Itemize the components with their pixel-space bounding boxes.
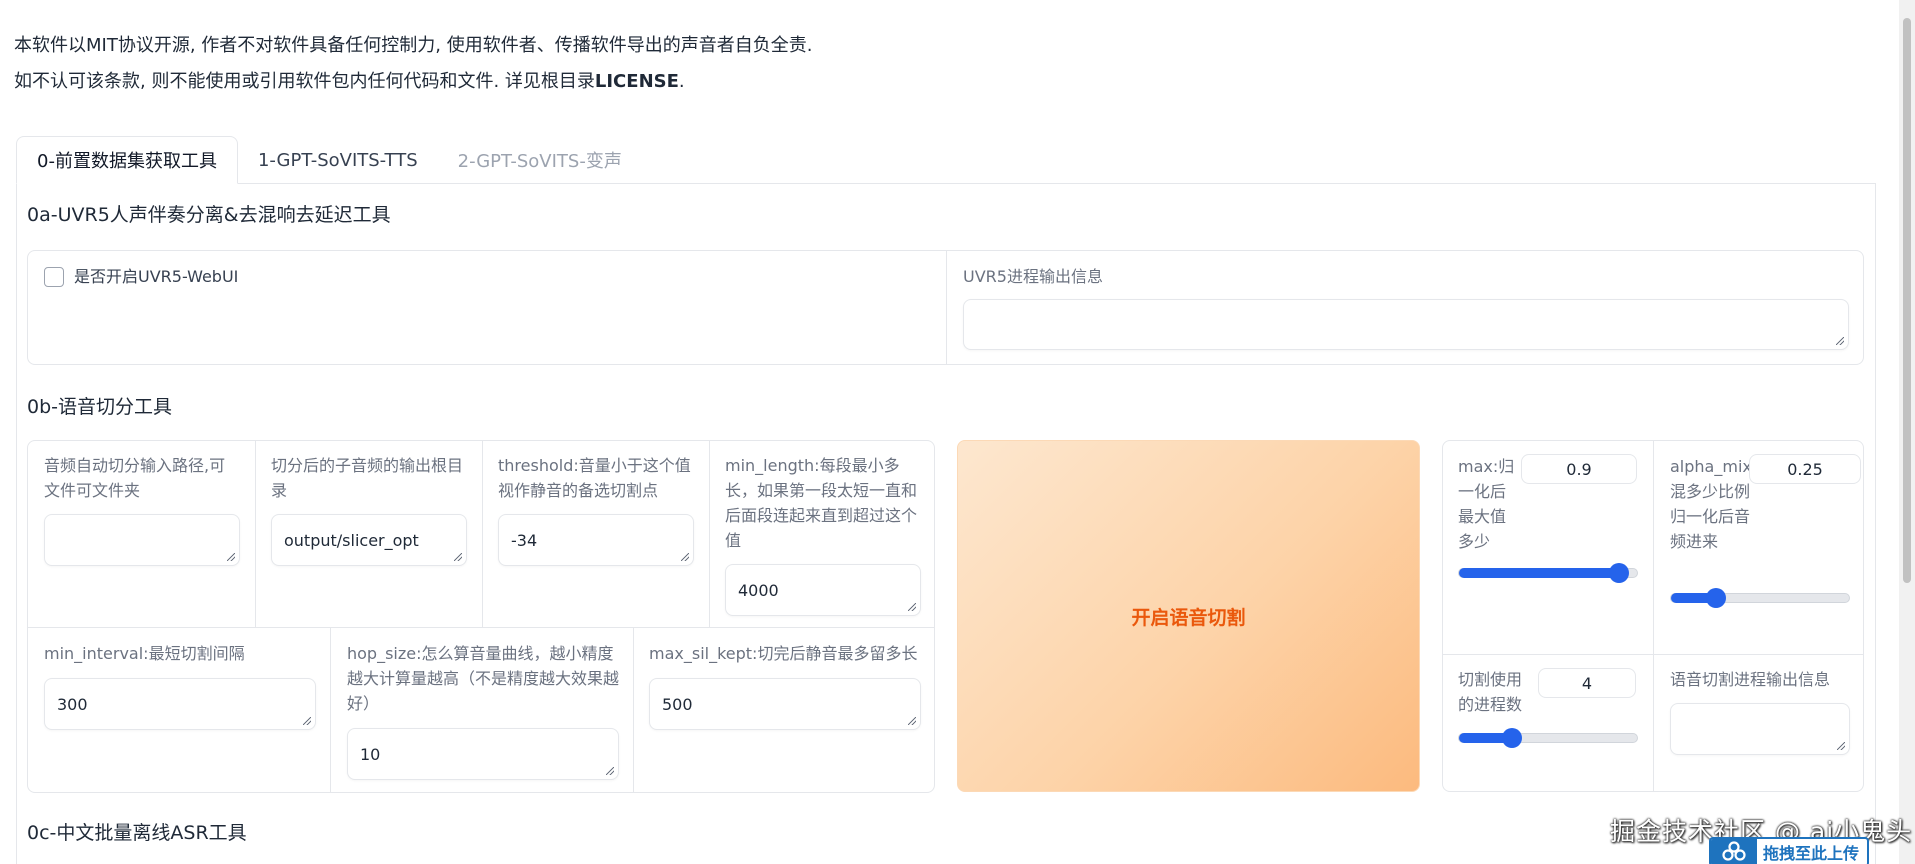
asr-section-title: 0c-中文批量离线ASR工具 [27,822,247,844]
n-process-slider-knob[interactable] [1502,728,1523,748]
max-slider[interactable] [1458,563,1638,583]
threshold-label: threshold:音量小于这个值视作静音的备选切割点 [498,456,691,500]
tab-dataset-tools[interactable]: 0-前置数据集获取工具 [16,136,238,184]
uvr5-section-title: 0a-UVR5人声伴奏分离&去混响去延迟工具 [27,204,391,226]
scrollbar-thumb[interactable] [1903,18,1911,583]
uvr5-webui-checkbox[interactable] [44,267,64,287]
upload-icon [1711,839,1757,864]
min-length-label: min_length:每段最小多长，如果第一段太短一直和后面段连起来直到超过这个… [725,456,918,550]
slicer-params-block: 音频自动切分输入路径,可文件可文件夹 切分后的子音频的输出根目录 output/… [27,440,935,793]
slicer-output-label: 语音切割进程输出信息 [1670,670,1831,689]
tab-voice-conversion[interactable]: 2-GPT-SoVITS-变声 [438,136,642,184]
notice-line-2-end: . [678,71,685,92]
params-col-divider-2 [482,441,483,627]
params-col-divider-4 [330,627,331,793]
uvr5-divider [946,251,947,364]
start-slicing-button[interactable]: 开启语音切割 [957,440,1420,792]
max-slider-knob[interactable] [1609,563,1630,583]
notice-line-2-text: 如不认可该条款, 则不能使用或引用软件包内任何代码和文件. 详见根目录 [14,71,595,92]
drag-upload-button[interactable]: 拖拽至此上传 [1709,837,1869,864]
threshold-textarea[interactable]: -34 [498,514,694,566]
hop-size-textarea[interactable]: 10 [347,728,619,780]
notice-line-2: 如不认可该条款, 则不能使用或引用软件包内任何代码和文件. 详见根目录LICEN… [14,64,812,100]
max-number-input[interactable]: 0.9 [1521,454,1637,484]
max-slider-fill [1459,568,1620,578]
output-root-label: 切分后的子音频的输出根目录 [271,456,464,500]
output-root-textarea[interactable]: output/slicer_opt [271,514,467,566]
license-notice: 本软件以MIT协议开源, 作者不对软件具备任何控制力, 使用软件者、传播软件导出… [14,28,812,100]
uvr5-output-label: UVR5进程输出信息 [963,267,1103,286]
max-label: max:归一化后最大值多少 [1458,457,1515,551]
input-path-textarea[interactable] [44,514,240,566]
uvr5-webui-label: 是否开启UVR5-WebUI [74,267,239,286]
params-col-divider-1 [255,441,256,627]
slicer-section-title: 0b-语音切分工具 [27,396,173,418]
n-process-number-input[interactable]: 4 [1538,668,1636,698]
min-length-textarea[interactable]: 4000 [725,564,921,616]
tab-bar: 0-前置数据集获取工具 1-GPT-SoVITS-TTS 2-GPT-SoVIT… [16,136,642,184]
n-process-label: 切割使用的进程数 [1458,670,1523,714]
options-col-divider [1653,441,1654,791]
min-interval-textarea[interactable]: 300 [44,678,316,730]
hop-size-label: hop_size:怎么算音量曲线，越小精度越大计算量越高（不是精度越大效果越好） [347,644,620,713]
page-scrollbar[interactable] [1899,0,1915,864]
alpha-mix-number-input[interactable]: 0.25 [1749,454,1861,484]
slicer-output-textarea[interactable] [1670,703,1850,755]
uvr5-block: 是否开启UVR5-WebUI UVR5进程输出信息 [27,250,1864,365]
params-col-divider-5 [633,627,634,793]
notice-line-1: 本软件以MIT协议开源, 作者不对软件具备任何控制力, 使用软件者、传播软件导出… [14,35,813,56]
n-process-slider[interactable] [1458,728,1638,748]
alpha-mix-label: alpha_mix:混多少比例归一化后音频进来 [1670,457,1758,551]
license-link-text: LICENSE [594,71,679,92]
tab-tts[interactable]: 1-GPT-SoVITS-TTS [238,136,438,184]
min-interval-label: min_interval:最短切割间隔 [44,644,245,663]
slicer-options-block: max:归一化后最大值多少 0.9 alpha_mix:混多少比例归一化后音频进… [1442,440,1864,792]
params-col-divider-3 [709,441,710,627]
uvr5-output-textarea[interactable] [963,299,1849,350]
input-path-label: 音频自动切分输入路径,可文件可文件夹 [44,456,226,500]
params-row-divider [28,627,934,628]
alpha-mix-slider-knob[interactable] [1705,588,1726,608]
alpha-mix-slider[interactable] [1670,588,1850,608]
upload-button-label: 拖拽至此上传 [1763,844,1860,863]
max-sil-kept-textarea[interactable]: 500 [649,678,921,730]
max-sil-kept-label: max_sil_kept:切完后静音最多留多长 [649,644,918,663]
